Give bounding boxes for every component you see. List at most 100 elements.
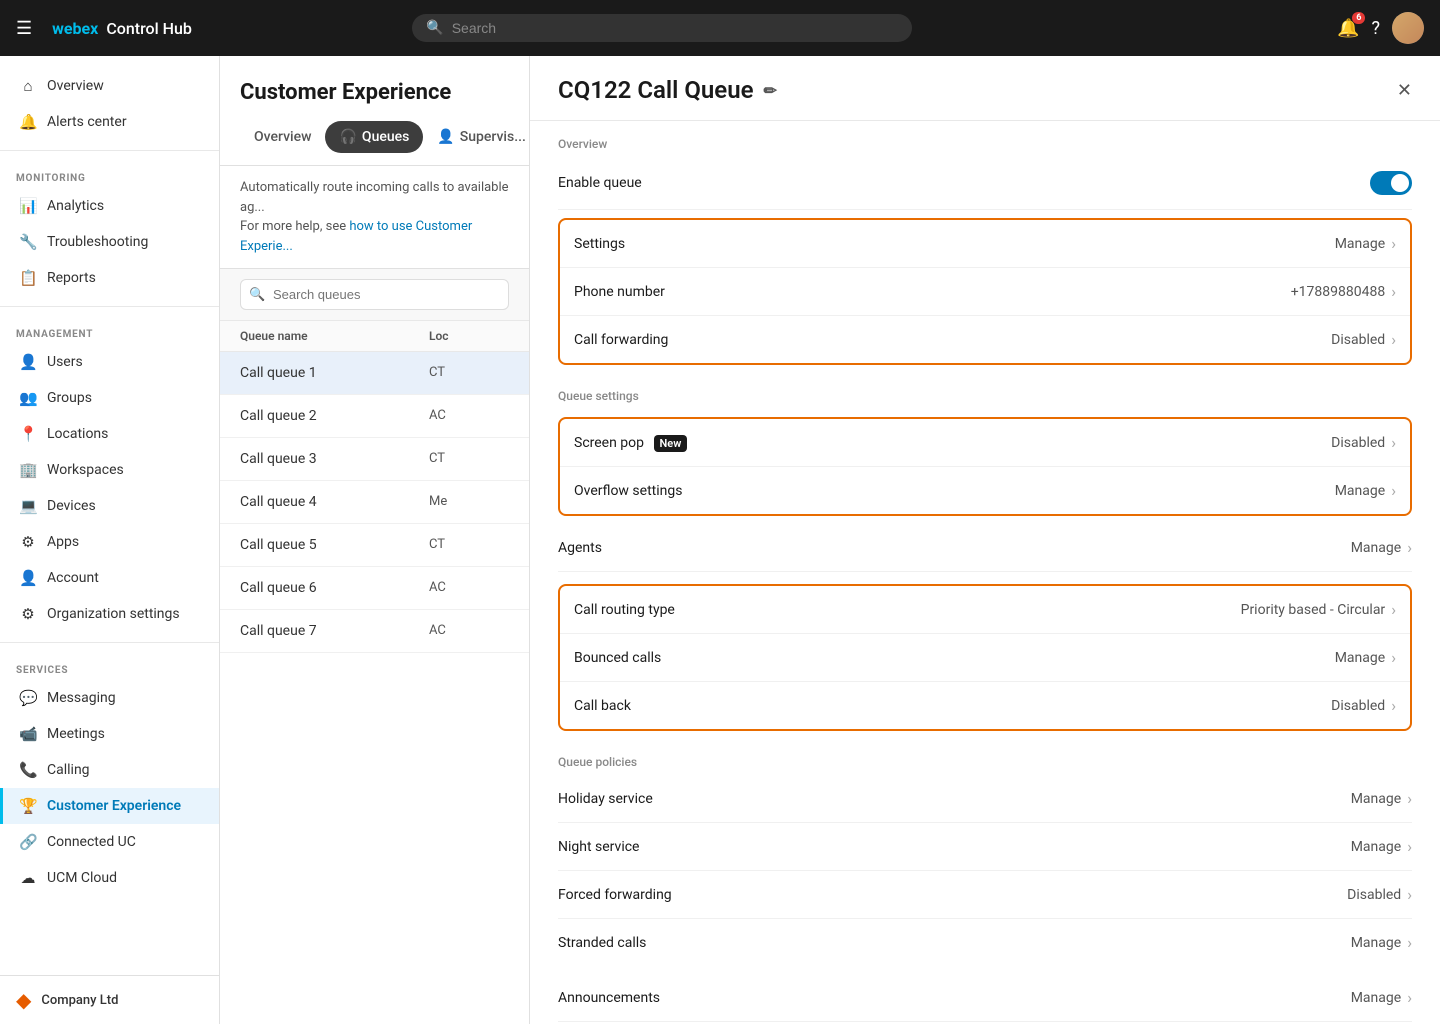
col-queue-name: Queue name [240, 329, 429, 343]
queue-row[interactable]: Call queue 2AC [220, 395, 529, 438]
sidebar-item-connected-uc[interactable]: 🔗 Connected UC [0, 824, 219, 860]
sidebar-nav-top: ⌂ Overview 🔔 Alerts center [0, 56, 219, 144]
left-panel: Customer Experience Overview 🎧 Queues 👤 … [220, 56, 530, 1024]
enable-queue-row: Enable queue ✓ [558, 157, 1412, 210]
overflow-chevron: › [1391, 481, 1396, 500]
sidebar-item-ucm-cloud[interactable]: ☁ UCM Cloud [0, 860, 219, 896]
sidebar-item-troubleshooting[interactable]: 🔧 Troubleshooting [0, 224, 219, 260]
queue-row[interactable]: Call queue 4Me [220, 481, 529, 524]
reports-icon: 📋 [19, 269, 37, 287]
overflow-row[interactable]: Overflow settings Manage › [560, 467, 1410, 514]
sidebar-item-apps[interactable]: ⚙ Apps [0, 524, 219, 560]
queue-name: Call queue 6 [240, 580, 429, 596]
new-badge: New [654, 435, 688, 452]
troubleshooting-icon: 🔧 [19, 233, 37, 251]
settings-row[interactable]: Settings Manage › [560, 220, 1410, 268]
search-bar[interactable]: 🔍 [412, 14, 912, 42]
logo-text: Control Hub [106, 19, 192, 38]
notifications-icon[interactable]: 🔔 6 [1337, 18, 1359, 39]
queue-location: CT [429, 537, 509, 553]
apps-icon: ⚙ [19, 533, 37, 551]
sidebar-item-account[interactable]: 👤 Account [0, 560, 219, 596]
queue-location: Me [429, 494, 509, 510]
rp-content: Overview Enable queue ✓ Settings Manage … [530, 121, 1440, 1024]
sidebar-item-groups[interactable]: 👥 Groups [0, 380, 219, 416]
edit-icon[interactable]: ✏ [764, 81, 777, 100]
night-service-row[interactable]: Night service Manage › [558, 823, 1412, 871]
search-input[interactable] [452, 20, 899, 36]
devices-icon: 💻 [19, 497, 37, 515]
left-panel-title: Customer Experience [240, 80, 509, 105]
queue-location: CT [429, 365, 509, 381]
call-routing-row[interactable]: Call routing type Priority based - Circu… [560, 586, 1410, 634]
queue-location: AC [429, 580, 509, 596]
sidebar-item-overview[interactable]: ⌂ Overview [0, 68, 219, 104]
enable-queue-toggle[interactable]: ✓ [1370, 171, 1412, 195]
close-icon[interactable]: ✕ [1397, 80, 1412, 101]
holiday-row[interactable]: Holiday service Manage › [558, 775, 1412, 823]
queue-name: Call queue 7 [240, 623, 429, 639]
logo-brand: webex [52, 19, 98, 38]
company-footer: ◆ Company Ltd [0, 975, 219, 1024]
help-icon[interactable]: ? [1371, 18, 1380, 39]
overview-section-label: Overview [558, 121, 1412, 157]
company-logo-icon: ◆ [16, 988, 31, 1012]
tab-overview[interactable]: Overview [240, 121, 325, 153]
queue-location: AC [429, 623, 509, 639]
bounced-calls-row[interactable]: Bounced calls Manage › [560, 634, 1410, 682]
help-link[interactable]: how to use Customer Experie... [240, 219, 472, 254]
call-forwarding-row[interactable]: Call forwarding Disabled › [560, 316, 1410, 363]
sidebar-item-reports[interactable]: 📋 Reports [0, 260, 219, 296]
queue-search: 🔍 [220, 269, 529, 321]
stranded-calls-chevron: › [1407, 933, 1412, 952]
sidebar-item-users[interactable]: 👤 Users [0, 344, 219, 380]
tab-description: Automatically route incoming calls to av… [220, 166, 529, 269]
queue-table: Queue name Loc Call queue 1CTCall queue … [220, 321, 529, 1024]
sidebar-item-locations[interactable]: 📍 Locations [0, 416, 219, 452]
routing-boxed-section: Call routing type Priority based - Circu… [558, 584, 1412, 731]
bell-icon: 🔔 [19, 113, 37, 131]
queue-row[interactable]: Call queue 1CT [220, 352, 529, 395]
agents-chevron: › [1407, 538, 1412, 557]
announcements-row[interactable]: Announcements Manage › [558, 974, 1412, 1022]
phone-number-chevron: › [1391, 282, 1396, 301]
tab-supervisor[interactable]: 👤 Supervis... [423, 121, 530, 153]
screen-pop-chevron: › [1391, 433, 1396, 452]
sidebar-item-workspaces[interactable]: 🏢 Workspaces [0, 452, 219, 488]
sidebar-item-calling[interactable]: 📞 Calling [0, 752, 219, 788]
sidebar-item-analytics[interactable]: 📊 Analytics [0, 188, 219, 224]
queue-row[interactable]: Call queue 6AC [220, 567, 529, 610]
monitoring-section: MONITORING 📊 Analytics 🔧 Troubleshooting… [0, 157, 219, 300]
queue-row[interactable]: Call queue 7AC [220, 610, 529, 653]
messaging-icon: 💬 [19, 689, 37, 707]
screen-pop-row[interactable]: Screen pop New Disabled › [560, 419, 1410, 467]
sidebar-item-customer-experience[interactable]: 🏆 Customer Experience [0, 788, 219, 824]
queue-row[interactable]: Call queue 5CT [220, 524, 529, 567]
sidebar-item-alerts[interactable]: 🔔 Alerts center [0, 104, 219, 140]
sidebar-item-org-settings[interactable]: ⚙ Organization settings [0, 596, 219, 632]
avatar[interactable] [1392, 12, 1424, 44]
call-back-chevron: › [1391, 696, 1396, 715]
phone-number-row[interactable]: Phone number +17889880488 › [560, 268, 1410, 316]
queue-search-input[interactable] [240, 279, 509, 310]
sidebar-item-devices[interactable]: 💻 Devices [0, 488, 219, 524]
forced-forwarding-row[interactable]: Forced forwarding Disabled › [558, 871, 1412, 919]
queue-row[interactable]: Call queue 3CT [220, 438, 529, 481]
queue-name: Call queue 5 [240, 537, 429, 553]
sidebar-item-messaging[interactable]: 💬 Messaging [0, 680, 219, 716]
tab-queues[interactable]: 🎧 Queues [325, 121, 423, 153]
queue-search-wrap: 🔍 [240, 279, 509, 310]
call-forwarding-chevron: › [1391, 330, 1396, 349]
hamburger-icon[interactable]: ☰ [16, 18, 32, 39]
call-back-row[interactable]: Call back Disabled › [560, 682, 1410, 729]
org-settings-icon: ⚙ [19, 605, 37, 623]
sidebar-item-meetings[interactable]: 📹 Meetings [0, 716, 219, 752]
queue-name: Call queue 3 [240, 451, 429, 467]
home-icon: ⌂ [19, 77, 37, 95]
stranded-calls-row[interactable]: Stranded calls Manage › [558, 919, 1412, 966]
queue-list: Call queue 1CTCall queue 2ACCall queue 3… [220, 352, 529, 653]
analytics-icon: 📊 [19, 197, 37, 215]
queue-location: CT [429, 451, 509, 467]
supervisor-tab-icon: 👤 [437, 129, 454, 145]
agents-row[interactable]: Agents Manage › [558, 524, 1412, 572]
